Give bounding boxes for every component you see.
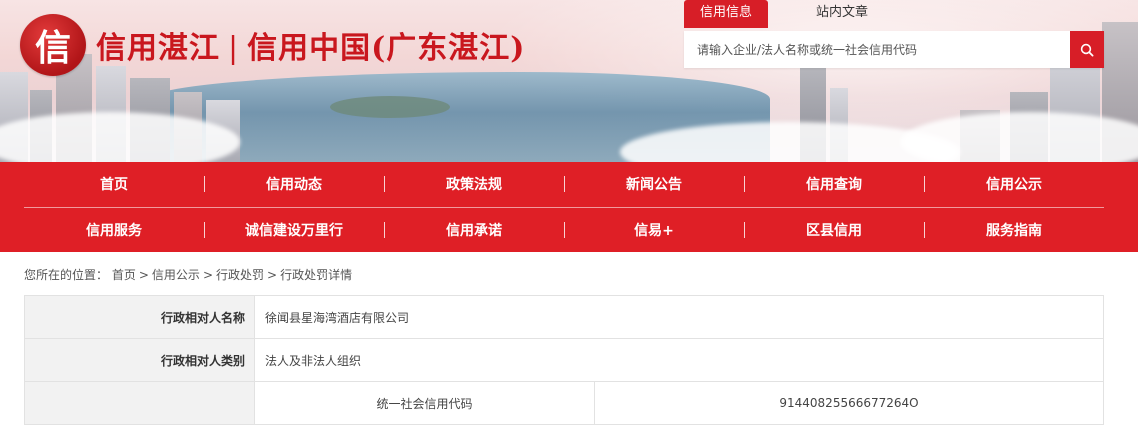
nav-item-home[interactable]: 首页 <box>24 174 204 194</box>
site-logo[interactable]: 信 信用湛江 | 信用中国(广东湛江) <box>20 14 526 76</box>
site-title-right: 信用中国(广东湛江) <box>247 31 526 66</box>
nav-item-county-credit[interactable]: 区县信用 <box>744 220 924 240</box>
site-title: 信用湛江 | 信用中国(广东湛江) <box>96 23 526 67</box>
nav-row-primary: 首页 信用动态 政策法规 新闻公告 信用查询 信用公示 <box>24 162 1104 206</box>
search-icon <box>1080 43 1094 57</box>
field-label: 行政相对人名称 <box>25 296 255 339</box>
nav-item-announcements[interactable]: 新闻公告 <box>564 174 744 194</box>
breadcrumb-prefix: 您所在的位置： <box>24 268 109 282</box>
nav-item-credit-news[interactable]: 信用动态 <box>204 174 384 194</box>
nav-item-credit-services[interactable]: 信用服务 <box>24 220 204 240</box>
table-row: 行政相对人名称 徐闻县星海湾酒店有限公司 <box>25 296 1104 339</box>
main-nav: 首页 信用动态 政策法规 新闻公告 信用查询 信用公示 信用服务 诚信建设万里行… <box>0 162 1138 252</box>
nav-row-secondary: 信用服务 诚信建设万里行 信用承诺 信易+ 区县信用 服务指南 <box>24 208 1104 252</box>
table-row: 行政相对人类别 法人及非法人组织 <box>25 339 1104 382</box>
field-label-empty <box>25 382 255 425</box>
header-banner: 信 信用湛江 | 信用中国(广东湛江) 信用信息 站内文章 <box>0 0 1138 162</box>
nav-item-credit-commitment[interactable]: 信用承诺 <box>384 220 564 240</box>
search-input[interactable] <box>684 31 1070 68</box>
nav-item-credit-query[interactable]: 信用查询 <box>744 174 924 194</box>
search-tab-credit-info[interactable]: 信用信息 <box>684 0 769 28</box>
logo-seal-icon: 信 <box>20 14 86 76</box>
search-button[interactable] <box>1070 31 1104 68</box>
nav-item-integrity-campaign[interactable]: 诚信建设万里行 <box>204 220 384 240</box>
breadcrumb-separator: > <box>267 268 278 282</box>
search-box <box>684 31 1104 68</box>
search-tabs: 信用信息 站内文章 <box>684 0 884 28</box>
field-label: 行政相对人类别 <box>25 339 255 382</box>
breadcrumb-separator: > <box>202 268 213 282</box>
nav-item-credit-disclosure[interactable]: 信用公示 <box>924 174 1104 194</box>
breadcrumb-credit-disclosure[interactable]: 信用公示 <box>152 268 200 282</box>
penalty-detail-table: 行政相对人名称 徐闻县星海湾酒店有限公司 行政相对人类别 法人及非法人组织 统一… <box>24 295 1104 425</box>
breadcrumb-home[interactable]: 首页 <box>112 268 136 282</box>
banner-island <box>330 96 450 118</box>
table-row: 统一社会信用代码 91440825566677264O <box>25 382 1104 425</box>
field-value: 法人及非法人组织 <box>255 339 1104 382</box>
breadcrumb-current: 行政处罚详情 <box>280 268 353 282</box>
sub-field-label: 统一社会信用代码 <box>255 382 595 425</box>
nav-item-policies[interactable]: 政策法规 <box>384 174 564 194</box>
site-title-left: 信用湛江 <box>96 31 220 66</box>
nav-item-xinyi-plus[interactable]: 信易+ <box>564 220 744 240</box>
breadcrumb-admin-penalty[interactable]: 行政处罚 <box>216 268 264 282</box>
nav-item-service-guide[interactable]: 服务指南 <box>924 220 1104 240</box>
site-title-separator: | <box>228 31 240 66</box>
sub-field-value: 91440825566677264O <box>595 382 1104 425</box>
breadcrumb-separator: > <box>138 268 149 282</box>
search-tab-site-articles[interactable]: 站内文章 <box>800 0 884 28</box>
breadcrumb: 您所在的位置： 首页 > 信用公示 > 行政处罚 > 行政处罚详情 <box>24 266 352 283</box>
field-value: 徐闻县星海湾酒店有限公司 <box>255 296 1104 339</box>
